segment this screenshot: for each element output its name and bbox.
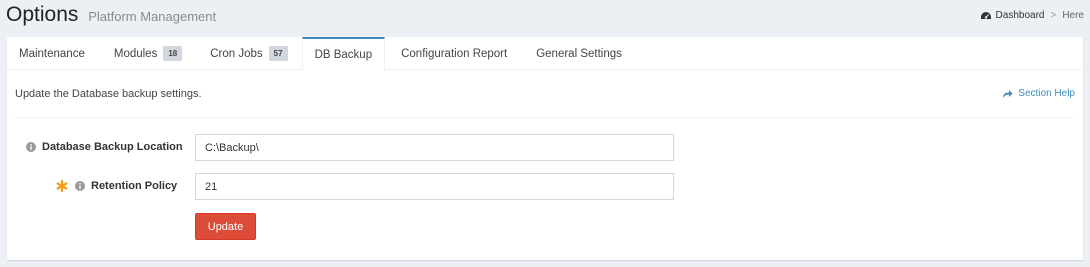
cron-jobs-count-badge: 57 [268,46,288,61]
backup-location-input[interactable] [195,134,674,161]
section-help-label: Section Help [1018,88,1075,99]
modules-count-badge: 18 [163,46,183,61]
retention-policy-label: Retention Policy [56,180,177,192]
dashboard-icon [980,11,991,19]
retention-policy-input[interactable] [195,173,674,200]
tab-label: DB Backup [314,49,373,61]
tab-label: Modules [113,47,158,60]
tab-db-backup[interactable]: DB Backup [301,37,386,71]
page-header: Options Platform Management Dashboard > … [0,0,1090,36]
share-icon [1003,89,1013,98]
tab-cron-jobs[interactable]: Cron Jobs 57 [196,37,301,70]
backup-location-label: Database Backup Location [26,141,183,153]
tab-general-settings[interactable]: General Settings [521,37,636,70]
tab-label: Maintenance [19,47,85,60]
backup-location-label-text: Database Backup Location [42,141,183,153]
tab-label: Configuration Report [401,47,508,60]
tab-label: Cron Jobs [210,47,263,60]
tab-modules[interactable]: Modules 18 [96,37,196,70]
divider [15,117,1075,118]
breadcrumb-separator: > [1050,10,1057,21]
section-help-link[interactable]: Section Help [1002,88,1075,99]
required-asterisk-icon [56,180,68,192]
info-icon[interactable] [75,181,85,191]
options-panel: Maintenance Modules 18 Cron Jobs 57 DB B… [7,37,1083,260]
tab-maintenance[interactable]: Maintenance [7,37,96,70]
info-icon[interactable] [26,142,36,152]
tab-bar: Maintenance Modules 18 Cron Jobs 57 DB B… [7,37,1083,71]
tab-label: General Settings [536,47,622,60]
tab-configuration-report[interactable]: Configuration Report [385,37,521,70]
section-description: Update the Database backup settings. [15,88,202,100]
page-title-text: Options [6,3,79,26]
retention-policy-label-text: Retention Policy [91,180,178,192]
page-subtitle: Platform Management [88,9,217,24]
breadcrumb-current: Here [1062,10,1084,21]
breadcrumb: Dashboard > Here [980,10,1084,21]
page-title: Options Platform Management [6,3,216,27]
breadcrumb-dashboard-link[interactable]: Dashboard [996,10,1045,21]
update-button[interactable]: Update [195,213,256,240]
